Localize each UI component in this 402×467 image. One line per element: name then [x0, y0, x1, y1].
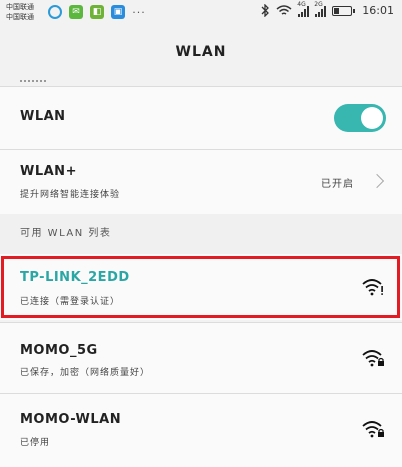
wifi-lock-icon	[362, 350, 384, 367]
wifi-status-icon	[276, 4, 292, 15]
signal-4g-icon: 4G	[297, 1, 310, 17]
wifi-lock-icon	[362, 421, 384, 438]
bluetooth-icon	[261, 4, 270, 17]
carrier-labels: 中国联通 中国联通	[6, 2, 34, 22]
network-item-momo-5g[interactable]: MOMO_5G 已保存，加密（网络质量好）	[0, 323, 402, 393]
clock: 16:01	[362, 4, 394, 17]
notification-icons: ✉ ◧ ▣ ···	[48, 5, 146, 19]
network-status: 已保存，加密（网络质量好）	[20, 368, 151, 378]
network-ssid: MOMO_5G	[20, 343, 98, 358]
carrier-2: 中国联通	[6, 13, 34, 21]
status-bar: 中国联通 中国联通 ✉ ◧ ▣ ··· 4G 2G 16:01	[0, 0, 402, 26]
system-icons: 4G 2G 16:01	[260, 1, 394, 17]
switch-knob	[361, 107, 383, 129]
carrier-1: 中国联通	[6, 3, 34, 11]
network-type-1: 4G	[297, 0, 306, 8]
chevron-right-icon	[369, 173, 385, 189]
wlan-plus-row[interactable]: WLAN+ 提升网络智能连接体验 已开启	[0, 150, 402, 214]
network-status: 已连接（需登录认证）	[20, 297, 121, 307]
scroll-fade-edge	[20, 78, 50, 86]
network-ssid: MOMO-WLAN	[20, 412, 122, 427]
wifi-alert-icon	[362, 279, 383, 296]
page-title: WLAN	[0, 26, 402, 78]
photo-notification-icon: ▣	[111, 5, 125, 19]
browser-notification-icon	[48, 5, 62, 19]
network-item-momo-wlan[interactable]: MOMO-WLAN 已停用	[0, 394, 402, 467]
wlan-plus-label: WLAN+	[20, 164, 77, 179]
wlan-plus-description: 提升网络智能连接体验	[20, 190, 121, 200]
network-status: 已停用	[20, 438, 51, 448]
signal-2g-icon: 2G	[314, 1, 327, 17]
wlan-plus-status: 已开启	[321, 179, 354, 190]
network-type-2: 2G	[314, 0, 323, 8]
available-networks-header: 可用 WLAN 列表	[0, 214, 402, 254]
battery-icon	[332, 5, 356, 16]
wechat-notification-icon: ✉	[69, 5, 83, 19]
network-item-tp-link-2edd[interactable]: TP-LINK_2EDD 已连接（需登录认证）	[0, 254, 402, 320]
wlan-label: WLAN	[20, 109, 66, 124]
network-ssid: TP-LINK_2EDD	[20, 270, 130, 285]
app-notification-icon: ◧	[90, 5, 104, 19]
wlan-switch[interactable]	[334, 104, 386, 132]
more-notifications-icon: ···	[132, 5, 146, 19]
